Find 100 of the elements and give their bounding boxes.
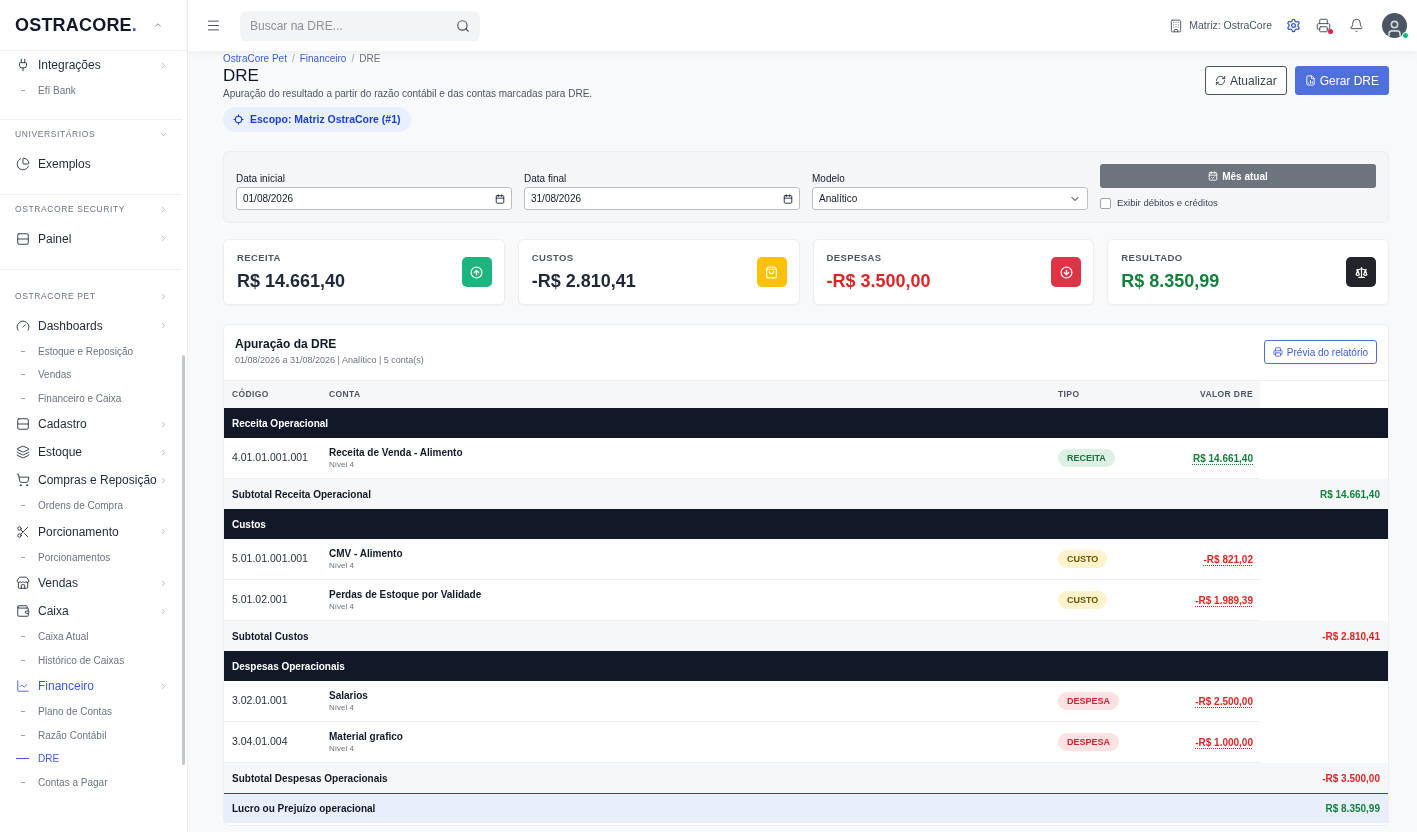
stat-value: -R$ 2.810,41 bbox=[531, 270, 636, 293]
section-header[interactable]: UNIVERSITÁRIOS bbox=[0, 119, 182, 150]
date-field[interactable]: 01/08/2026 bbox=[236, 187, 512, 211]
breadcrumb-separator: / bbox=[291, 52, 295, 66]
breadcrumb-link[interactable]: Financeiro bbox=[299, 51, 347, 66]
nav-item[interactable]: Financeiro bbox=[0, 672, 182, 700]
subtotal-label: Subtotal Receita Operacional bbox=[232, 487, 371, 502]
nav-subitem[interactable]: Razão Contábil bbox=[0, 723, 182, 747]
gauge-icon bbox=[16, 318, 30, 333]
nav-subitem[interactable]: Contas a Pagar bbox=[0, 770, 182, 794]
nav-subitem[interactable]: Financeiro e Caixa bbox=[0, 386, 182, 410]
logo[interactable]: OSTRACORE. bbox=[15, 16, 137, 34]
type-badge: CUSTO bbox=[1058, 550, 1108, 569]
dash-icon bbox=[21, 90, 25, 92]
nav-subitem[interactable]: Vendas bbox=[0, 363, 182, 387]
nav-subitem[interactable]: Histórico de Caixas bbox=[0, 648, 182, 672]
nav-subitem[interactable]: Ordens de Compra bbox=[0, 494, 182, 518]
subtotal-value: R$ 14.661,40 bbox=[1319, 487, 1380, 502]
preview-button[interactable]: Prévia do relatório bbox=[1263, 340, 1377, 365]
file-chart-icon bbox=[1304, 75, 1316, 86]
search-field[interactable]: Buscar na DRE... bbox=[240, 10, 480, 41]
user-silhouette-icon bbox=[1385, 19, 1404, 38]
column-header: VALOR DRE bbox=[1199, 388, 1253, 402]
nav-item[interactable]: Estoque bbox=[0, 438, 182, 466]
layers-icon bbox=[16, 445, 30, 459]
dash-icon bbox=[21, 505, 25, 507]
breadcrumb-link[interactable]: OstraCore Pet bbox=[223, 51, 287, 66]
type-badge: DESPESA bbox=[1058, 733, 1119, 752]
search-icon[interactable] bbox=[456, 18, 470, 33]
nav-item[interactable]: Cadastro bbox=[0, 410, 182, 438]
dash-icon bbox=[21, 636, 25, 638]
report-title: Apuração da DRE bbox=[235, 336, 338, 353]
subtotal-label: Subtotal Custos bbox=[232, 629, 309, 644]
account-value[interactable]: -R$ 821,02 bbox=[1203, 551, 1253, 567]
stat-value: R$ 14.661,40 bbox=[237, 270, 346, 293]
nav-item[interactable]: Exemplos bbox=[0, 149, 182, 178]
nav-subitem[interactable]: DRE bbox=[0, 747, 182, 771]
nav-subitem[interactable]: Estoque e Reposição bbox=[0, 339, 182, 363]
nav-item[interactable]: Dashboards bbox=[0, 311, 182, 340]
nav-item[interactable]: Compras e Reposição bbox=[0, 466, 182, 494]
type-badge: RECEITA bbox=[1058, 449, 1115, 468]
account-level: Nível 4 bbox=[329, 459, 354, 471]
checkbox-label: Exibir débitos e créditos bbox=[1117, 196, 1218, 210]
generate-button[interactable]: Gerar DRE bbox=[1294, 66, 1389, 95]
account-value[interactable]: -R$ 1.000,00 bbox=[1195, 734, 1253, 750]
account-code: 5.01.02.001 bbox=[232, 592, 288, 608]
company-selector[interactable]: Matriz: OstraCore bbox=[1169, 17, 1272, 34]
scrollbar-thumb[interactable] bbox=[182, 355, 185, 765]
section-header[interactable]: OSTRACORE PET bbox=[0, 281, 182, 312]
plug-icon bbox=[16, 58, 30, 72]
store-icon bbox=[16, 576, 30, 590]
stat-value: -R$ 3.500,00 bbox=[826, 270, 931, 293]
line-chart-icon bbox=[16, 679, 30, 693]
account-value[interactable]: -R$ 1.989,39 bbox=[1195, 592, 1253, 608]
bell-icon[interactable] bbox=[1349, 18, 1364, 33]
account-level: Nível 4 bbox=[329, 560, 354, 572]
account-level: Nível 4 bbox=[329, 601, 354, 613]
subtotal-value: -R$ 2.810,41 bbox=[1322, 629, 1380, 644]
calendar-icon bbox=[495, 193, 505, 204]
total-value: R$ 8.350,99 bbox=[1325, 802, 1380, 817]
account-value[interactable]: R$ 14.661,40 bbox=[1192, 450, 1253, 466]
dash-icon bbox=[21, 374, 25, 376]
account-name: Receita de Venda - Alimento bbox=[329, 446, 463, 460]
nav-item[interactable]: Caixa bbox=[0, 597, 182, 625]
subtotal-label: Subtotal Despesas Operacionais bbox=[232, 771, 388, 786]
checkbox[interactable] bbox=[1100, 197, 1111, 209]
field-label: Data inicial bbox=[236, 172, 286, 186]
calendar-icon bbox=[783, 193, 793, 204]
account-code: 5.01.01.001.001 bbox=[232, 551, 308, 567]
refresh-button[interactable]: Atualizar bbox=[1204, 66, 1287, 95]
refresh-icon bbox=[1214, 75, 1226, 86]
settings-icon[interactable] bbox=[1286, 18, 1301, 33]
dash-icon bbox=[21, 711, 25, 713]
total-label: Lucro ou Prejuízo operacional bbox=[232, 802, 376, 817]
dash-icon bbox=[21, 556, 25, 558]
nav-item[interactable]: Vendas bbox=[0, 569, 182, 597]
stat-value: R$ 8.350,99 bbox=[1121, 270, 1220, 293]
select-field[interactable]: Analítico bbox=[812, 187, 1088, 211]
date-field[interactable]: 31/08/2026 bbox=[524, 187, 800, 211]
account-name: CMV - Alimento bbox=[329, 547, 403, 561]
subtotal-value: -R$ 3.500,00 bbox=[1322, 771, 1380, 786]
nav-subitem[interactable]: Plano de Contas bbox=[0, 700, 182, 724]
nav-subitem[interactable]: Efí Bank bbox=[0, 79, 182, 103]
nav-subitem[interactable]: Caixa Atual bbox=[0, 625, 182, 649]
account-value[interactable]: -R$ 2.500,00 bbox=[1195, 693, 1253, 709]
stat-label: RESULTADO bbox=[1121, 252, 1184, 265]
dash-icon bbox=[21, 350, 25, 352]
field-label: Modelo bbox=[812, 172, 846, 186]
nav-item[interactable]: Painel bbox=[0, 224, 182, 253]
avatar[interactable] bbox=[1382, 13, 1407, 38]
account-level: Nível 4 bbox=[329, 743, 354, 755]
section-header[interactable]: OSTRACORE SECURITY bbox=[0, 194, 182, 225]
printer-icon[interactable] bbox=[1316, 18, 1331, 33]
report-subtitle: 01/08/2026 a 31/08/2026 | Analítico | 5 conta(s) bbox=[235, 354, 424, 368]
scissors-icon bbox=[16, 524, 30, 539]
nav-item[interactable]: Integrações bbox=[0, 51, 182, 79]
current-month-button[interactable]: Mês atual bbox=[1100, 164, 1376, 188]
nav-item[interactable]: Porcionamento bbox=[0, 517, 182, 546]
menu-icon[interactable] bbox=[206, 18, 221, 33]
nav-subitem[interactable]: Porcionamentos bbox=[0, 545, 182, 569]
